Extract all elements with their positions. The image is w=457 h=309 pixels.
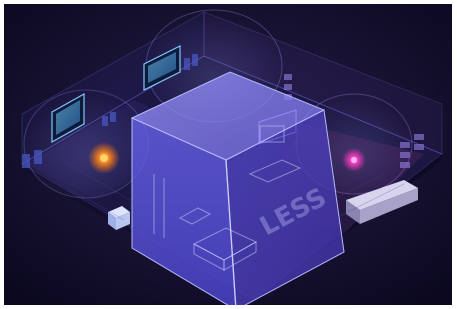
image-frame: LESS (4, 4, 452, 305)
orange-heat-core (100, 154, 108, 162)
magenta-heat-core (351, 157, 357, 163)
isometric-home-illustration: LESS (4, 4, 452, 305)
